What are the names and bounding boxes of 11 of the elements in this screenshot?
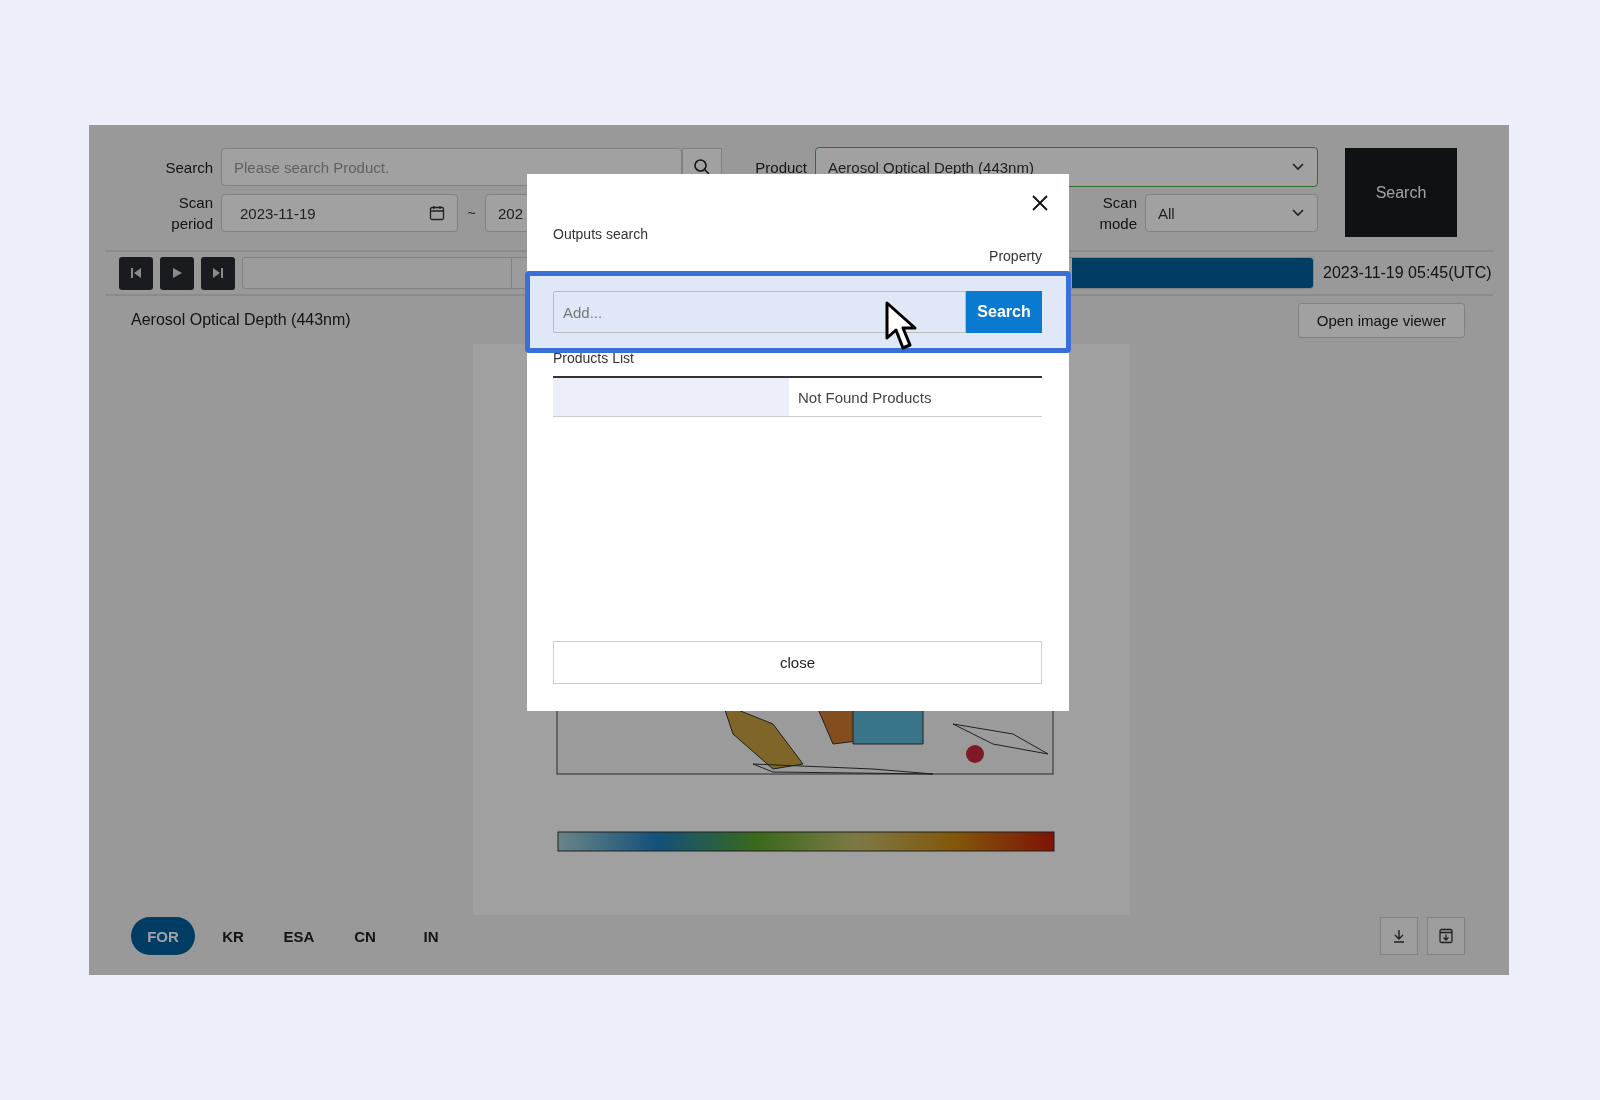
property-label: Property	[989, 248, 1042, 264]
date-separator: ~	[466, 205, 477, 221]
scan-mode-label: Scan mode	[1098, 193, 1138, 234]
search-label: Search	[164, 158, 214, 176]
product-label: Product	[754, 158, 808, 176]
timestamp: 2023-11-19 05:45(UTC)	[1323, 264, 1492, 282]
products-list-title: Products List	[553, 350, 634, 366]
modal-title: Outputs search	[553, 226, 649, 242]
scan-period-label: Scan period	[170, 193, 214, 234]
product-title: Aerosol Optical Depth (443nm)	[131, 311, 351, 329]
empty-message: Not Found Products	[797, 387, 932, 408]
